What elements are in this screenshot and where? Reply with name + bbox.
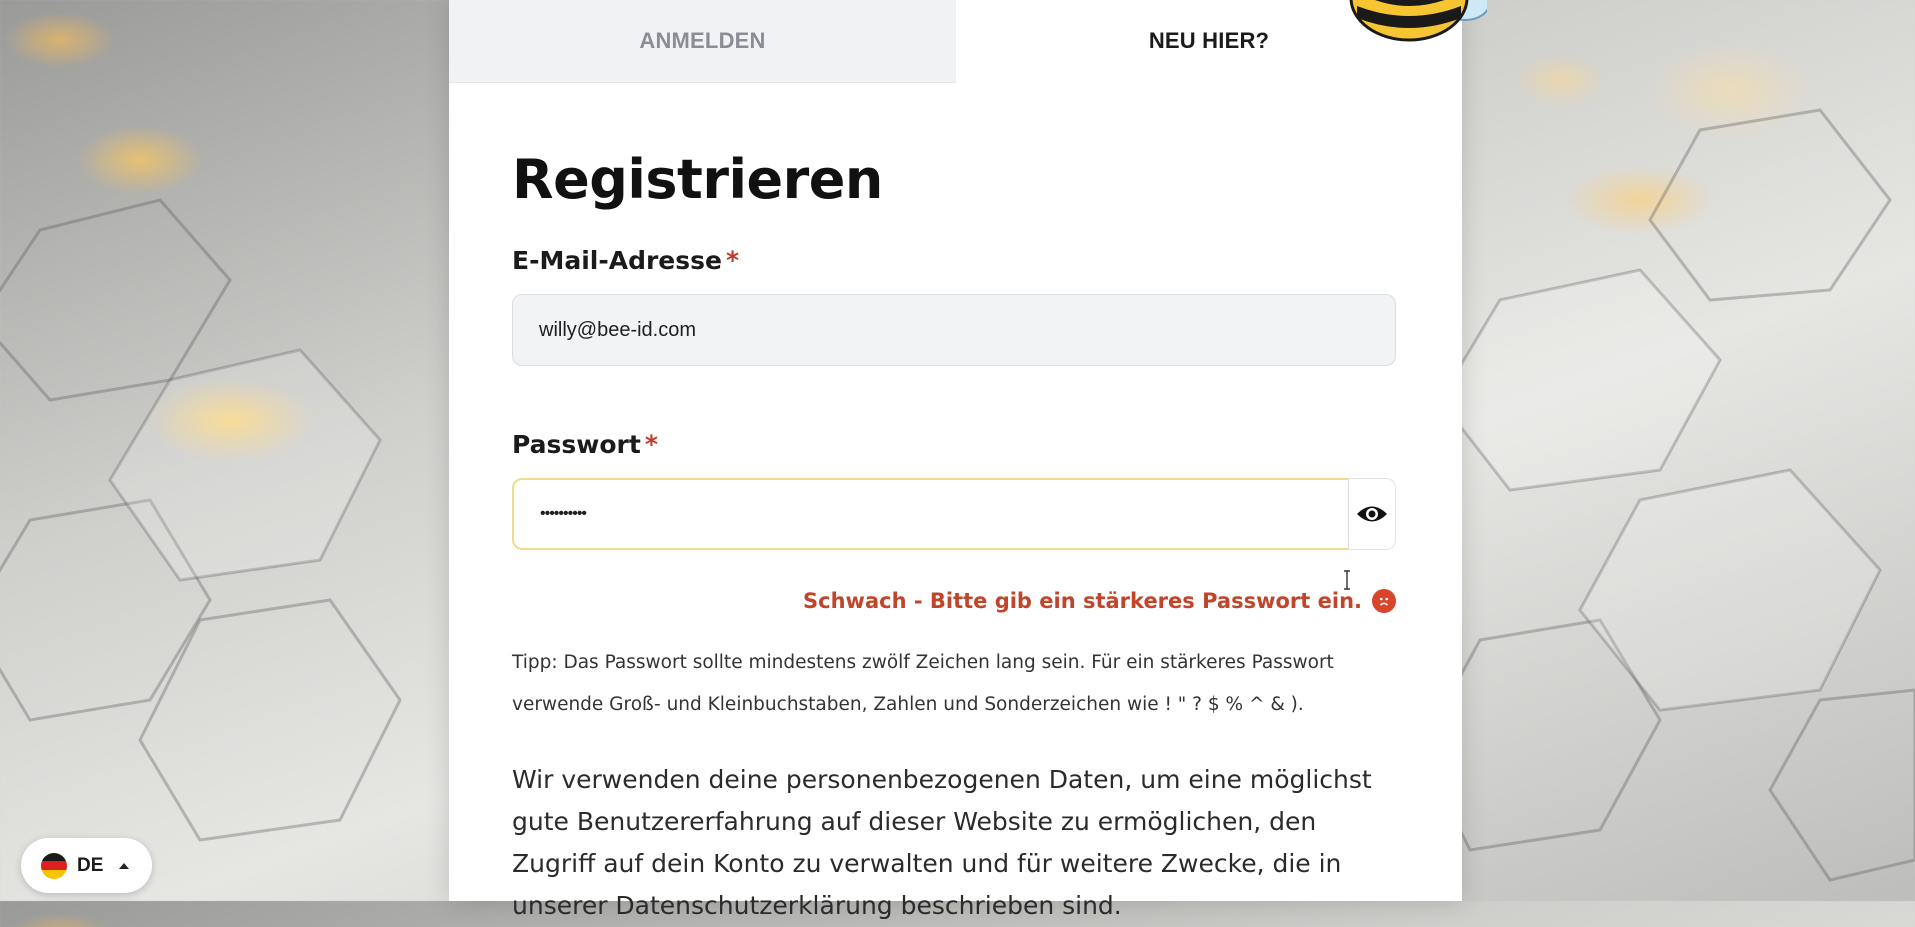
text-cursor-icon (1344, 570, 1350, 590)
tab-login-label: ANMELDEN (639, 28, 766, 53)
strength-text: Schwach - Bitte gib ein stärkeres Passwo… (803, 589, 1362, 613)
email-value: willy@bee-id.com (539, 318, 697, 341)
page-title: Registrieren (512, 148, 883, 211)
privacy-notice: Wir verwenden deine personenbezogenen Da… (512, 765, 1372, 920)
password-tip: Tipp: Das Passwort sollte mindestens zwö… (512, 652, 1334, 715)
sad-face-icon (1372, 589, 1396, 613)
email-field[interactable]: willy@bee-id.com (512, 294, 1396, 366)
password-label: Passwort * (512, 430, 658, 459)
tab-signup-label: NEU HIER? (1148, 28, 1270, 53)
password-field[interactable]: •••••••••• (512, 478, 1348, 550)
language-switcher[interactable]: DE (21, 838, 152, 893)
caret-up-icon (119, 862, 130, 869)
auth-tabs: ANMELDEN NEU HIER? (449, 0, 1487, 83)
email-label: E-Mail-Adresse * (512, 246, 739, 275)
email-label-text: E-Mail-Adresse (512, 246, 722, 275)
language-code: DE (77, 854, 104, 876)
tab-login[interactable]: ANMELDEN (449, 0, 956, 83)
toggle-password-visibility-button[interactable] (1348, 478, 1396, 550)
registration-card: ANMELDEN NEU HIER? Registrieren E-Mail-A… (449, 0, 1487, 920)
bee-mascot (1337, 0, 1487, 42)
eye-icon (1357, 506, 1387, 522)
password-label-text: Passwort (512, 430, 641, 459)
required-mark: * (725, 246, 740, 275)
password-strength-message: Schwach - Bitte gib ein stärkeres Passwo… (803, 589, 1396, 613)
password-value: •••••••••• (540, 505, 587, 522)
required-mark: * (644, 430, 658, 459)
german-flag-icon (41, 852, 67, 879)
